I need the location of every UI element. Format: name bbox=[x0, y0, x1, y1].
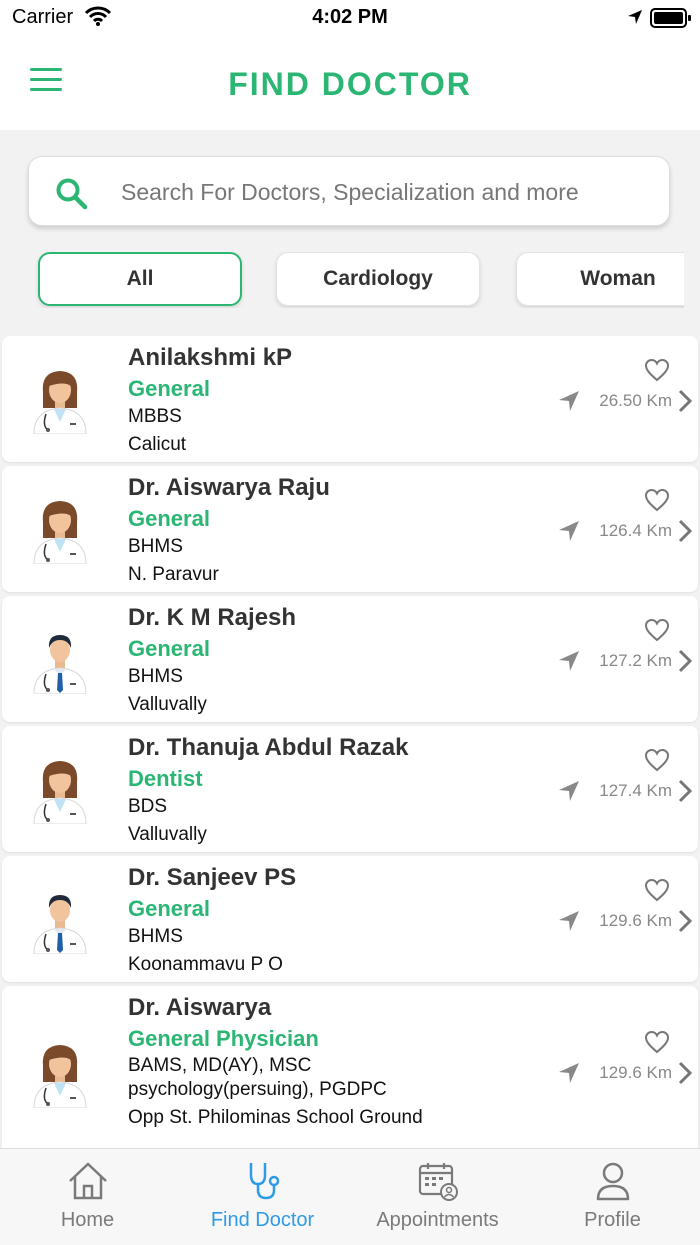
doctor-distance: 126.4 Km bbox=[599, 521, 672, 540]
stethoscope-icon bbox=[249, 1163, 280, 1200]
filter-chip-cardiology[interactable]: Cardiology bbox=[276, 252, 480, 306]
tab-label: Find Doctor bbox=[210, 1209, 315, 1231]
chevron-right-icon[interactable] bbox=[678, 779, 692, 803]
female-doctor-icon bbox=[33, 761, 87, 824]
chevron-right-icon[interactable] bbox=[678, 649, 692, 673]
doctor-card[interactable]: Dr. K M Rajesh General BHMS Valluvally 1… bbox=[2, 596, 698, 722]
female-doctor-icon bbox=[33, 1045, 87, 1108]
navigation-bar: FIND DOCTOR bbox=[0, 40, 700, 130]
filter-chips: All Cardiology Woman bbox=[0, 252, 684, 308]
calendar-icon bbox=[418, 1163, 458, 1201]
filter-chip-label: Cardiology bbox=[323, 267, 433, 290]
doctor-name: Dr. K M Rajesh bbox=[128, 604, 297, 631]
status-bar: Carrier 4:02 PM bbox=[0, 0, 700, 40]
status-time: 4:02 PM bbox=[312, 6, 388, 28]
female-doctor-icon bbox=[33, 501, 87, 564]
tab-find-doctor[interactable]: Find Doctor bbox=[175, 1149, 350, 1245]
user-icon bbox=[596, 1162, 630, 1201]
tab-home[interactable]: Home bbox=[0, 1149, 175, 1245]
navigation-arrow-icon bbox=[559, 391, 579, 411]
heart-icon[interactable] bbox=[644, 878, 670, 902]
doctor-card[interactable]: Anilakshmi kP General MBBS Calicut 26.50… bbox=[2, 336, 698, 462]
search-box[interactable] bbox=[28, 156, 670, 226]
doctor-qualification: BHMS bbox=[128, 536, 183, 557]
tab-profile[interactable]: Profile bbox=[525, 1149, 700, 1245]
doctor-qualification: BAMS, MD(AY), MSC psychology(persuing), … bbox=[128, 1055, 387, 1100]
doctor-location: Valluvally bbox=[128, 694, 207, 715]
doctor-name: Dr. Sanjeev PS bbox=[128, 864, 297, 891]
search-input[interactable] bbox=[119, 171, 653, 213]
heart-icon[interactable] bbox=[644, 358, 670, 382]
tab-appointments[interactable]: Appointments bbox=[350, 1149, 525, 1245]
tab-label: Home bbox=[60, 1209, 115, 1231]
doctor-specialization: General Physician bbox=[128, 1026, 319, 1051]
doctor-name: Dr. Thanuja Abdul Razak bbox=[128, 734, 409, 761]
doctor-card[interactable]: Dr. Thanuja Abdul Razak Dentist BDS Vall… bbox=[2, 726, 698, 852]
chevron-right-icon[interactable] bbox=[678, 389, 692, 413]
heart-icon[interactable] bbox=[644, 488, 670, 512]
heart-icon[interactable] bbox=[644, 618, 670, 642]
doctor-name: Anilakshmi kP bbox=[128, 344, 293, 371]
doctor-card[interactable]: Dr. Aiswarya Raju General BHMS N. Paravu… bbox=[2, 466, 698, 592]
doctor-specialization: General bbox=[128, 636, 210, 661]
doctor-location: Valluvally bbox=[128, 824, 207, 845]
filter-chip-all[interactable]: All bbox=[38, 252, 242, 306]
navigation-arrow-icon bbox=[559, 781, 579, 801]
battery-icon bbox=[650, 8, 691, 28]
chevron-right-icon[interactable] bbox=[678, 1061, 692, 1085]
doctor-location: Koonammavu P O bbox=[128, 954, 283, 975]
filter-chip-label: Woman bbox=[580, 267, 656, 290]
navigation-arrow-icon bbox=[559, 651, 579, 671]
doctor-specialization: General bbox=[128, 506, 210, 531]
female-doctor-icon bbox=[33, 371, 87, 434]
doctor-card[interactable]: Dr. Aiswarya General Physician BAMS, MD(… bbox=[2, 986, 698, 1148]
doctor-distance: 26.50 Km bbox=[599, 391, 672, 410]
doctor-card[interactable]: Dr. Sanjeev PS General BHMS Koonammavu P… bbox=[2, 856, 698, 982]
heart-icon[interactable] bbox=[644, 748, 670, 772]
doctor-name: Dr. Aiswarya bbox=[128, 994, 272, 1021]
chevron-right-icon[interactable] bbox=[678, 909, 692, 933]
tab-bar: Home Find Doctor Appointments Profile bbox=[0, 1148, 700, 1245]
doctor-specialization: General bbox=[128, 376, 210, 401]
male-doctor-icon bbox=[33, 635, 87, 694]
doctor-distance: 129.6 Km bbox=[599, 1063, 672, 1082]
navigation-arrow-icon bbox=[559, 1063, 579, 1083]
doctor-distance: 129.6 Km bbox=[599, 911, 672, 930]
search-icon bbox=[56, 178, 88, 210]
filter-chip-label: All bbox=[126, 267, 154, 290]
doctor-distance: 127.4 Km bbox=[599, 781, 672, 800]
tab-label: Profile bbox=[584, 1209, 641, 1231]
filter-chip-woman[interactable]: Woman bbox=[516, 252, 684, 306]
doctor-qualification: MBBS bbox=[128, 406, 182, 427]
doctor-location: Opp St. Philominas School Ground bbox=[128, 1107, 423, 1128]
tab-label: Appointments bbox=[376, 1209, 499, 1231]
navigation-arrow-icon bbox=[559, 911, 579, 931]
heart-icon[interactable] bbox=[644, 1030, 670, 1054]
doctor-specialization: Dentist bbox=[128, 766, 203, 791]
doctor-qualification: BHMS bbox=[128, 666, 183, 687]
doctor-list: Anilakshmi kP General MBBS Calicut 26.50… bbox=[0, 336, 700, 1148]
doctor-qualification: BDS bbox=[128, 796, 168, 817]
navigation-arrow-icon bbox=[559, 521, 579, 541]
location-arrow-icon bbox=[628, 10, 642, 24]
doctor-location: N. Paravur bbox=[128, 564, 219, 585]
doctor-name: Dr. Aiswarya Raju bbox=[128, 474, 330, 501]
chevron-right-icon[interactable] bbox=[678, 519, 692, 543]
doctor-specialization: General bbox=[128, 896, 210, 921]
home-icon bbox=[69, 1162, 107, 1200]
doctor-distance: 127.2 Km bbox=[599, 651, 672, 670]
doctor-location: Calicut bbox=[128, 434, 187, 455]
page-title: FIND DOCTOR bbox=[228, 66, 472, 102]
male-doctor-icon bbox=[33, 895, 87, 954]
doctor-qualification: BHMS bbox=[128, 926, 183, 947]
